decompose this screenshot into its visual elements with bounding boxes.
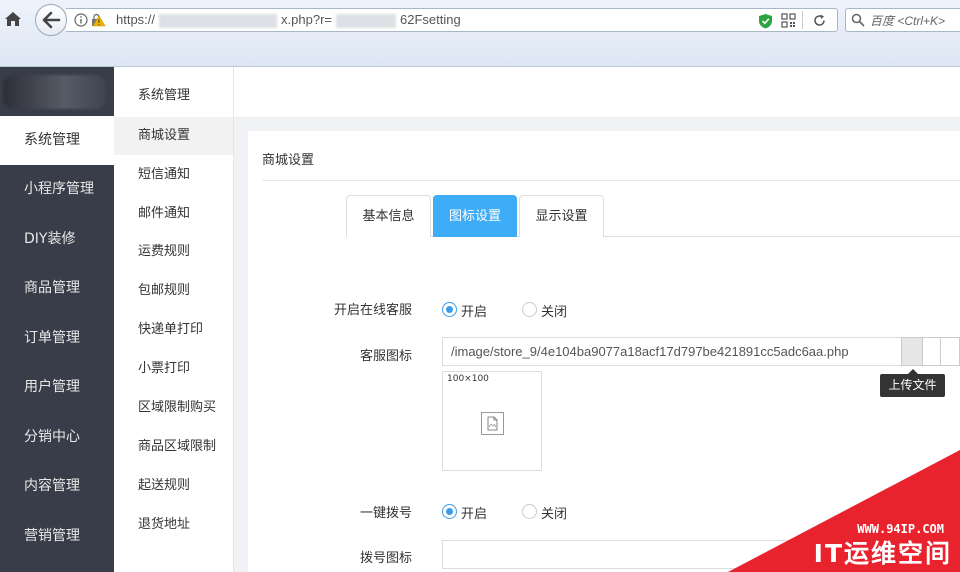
url-prefix: https:// (116, 12, 156, 27)
upload-file-button[interactable] (901, 337, 923, 366)
panel-title: 商城设置 (262, 153, 315, 168)
insecure-lock-icon[interactable] (90, 13, 106, 27)
info-icon[interactable] (74, 13, 88, 27)
dial-on-label[interactable]: 开启 (461, 503, 487, 522)
search-bar[interactable]: 百度 <Ctrl+K> (845, 8, 960, 32)
online-service-on-radio[interactable] (442, 302, 457, 317)
submenu-item-waybill-print[interactable]: 快递单打印 (114, 311, 233, 349)
icon-action-button-2[interactable] (940, 337, 960, 366)
dial-off-label[interactable]: 关闭 (541, 503, 567, 522)
sidebar-item-marketing[interactable]: 营销管理 (0, 512, 114, 561)
back-arrow-icon (42, 11, 61, 29)
submenu-title: 系统管理 (138, 88, 191, 103)
address-bar[interactable]: https:// x.php?r= 62Fsetting (66, 8, 838, 32)
shield-icon[interactable] (758, 13, 773, 29)
dial-icon-label: 拨号图标 (359, 551, 412, 566)
submenu-item-receipt-print[interactable]: 小票打印 (114, 350, 233, 388)
url-text: https:// x.php?r= 62Fsetting (116, 12, 461, 28)
sidebar-item-content[interactable]: 内容管理 (0, 462, 114, 511)
dial-label: 一键拨号 (359, 506, 412, 521)
browser-toolbar: https:// x.php?r= 62Fsetting 百度 <Ctrl+K> (0, 0, 960, 67)
sidebar-item-miniprogram[interactable]: 小程序管理 (0, 165, 114, 214)
tab-basic-info[interactable]: 基本信息 (346, 195, 431, 237)
submenu-item-return-address[interactable]: 退货地址 (114, 506, 233, 544)
icon-action-button[interactable] (922, 337, 941, 366)
sidebar-item-orders[interactable]: 订单管理 (0, 314, 114, 363)
qr-code-icon[interactable] (781, 13, 796, 28)
online-service-off-label[interactable]: 关闭 (541, 301, 567, 320)
sidebar-item-users[interactable]: 用户管理 (0, 363, 114, 412)
watermark: WWW.94IP.COM IT运维空间 (728, 450, 960, 572)
watermark-text: IT运维空间 (813, 539, 952, 568)
main-sidebar: 系统管理 小程序管理 DIY装修 商品管理 订单管理 用户管理 分销中心 内容管… (0, 67, 114, 572)
main-header (234, 67, 960, 118)
tab-display-settings[interactable]: 显示设置 (519, 195, 604, 237)
url-suffix: 62Fsetting (399, 12, 461, 27)
online-service-label: 开启在线客服 (333, 303, 412, 318)
sidebar-item-distribution[interactable]: 分销中心 (0, 413, 114, 462)
sub-menu: 系统管理 商城设置 短信通知 邮件通知 运费规则 包邮规则 快递单打印 小票打印… (114, 67, 234, 572)
tab-icon-settings[interactable]: 图标设置 (433, 195, 517, 237)
submenu-item-mall-settings[interactable]: 商城设置 (114, 117, 233, 155)
submenu-item-region-limit-purchase[interactable]: 区域限制购买 (114, 389, 233, 427)
dial-on-radio[interactable] (442, 504, 457, 519)
back-button[interactable] (35, 4, 67, 36)
submenu-item-email[interactable]: 邮件通知 (114, 195, 233, 233)
sidebar-item-system[interactable]: 系统管理 (0, 116, 114, 165)
submenu-item-free-shipping[interactable]: 包邮规则 (114, 272, 233, 310)
upload-tooltip: 上传文件 (880, 369, 945, 397)
sidebar-item-diy[interactable]: DIY装修 (0, 215, 114, 264)
online-service-on-label[interactable]: 开启 (461, 301, 487, 320)
submenu-item-sms[interactable]: 短信通知 (114, 156, 233, 194)
online-service-off-radio[interactable] (522, 302, 537, 317)
urlbar-divider (802, 11, 803, 29)
service-icon-input[interactable]: /image/store_9/4e104ba9077a18acf17d797be… (442, 337, 902, 366)
submenu-item-shipping-rules[interactable]: 运费规则 (114, 233, 233, 271)
sidebar-item-goods[interactable]: 商品管理 (0, 264, 114, 313)
url-mid: x.php?r= (281, 12, 332, 27)
home-icon[interactable] (2, 8, 24, 30)
service-icon-label: 客服图标 (359, 349, 412, 364)
search-placeholder: 百度 <Ctrl+K> (870, 14, 946, 28)
reload-icon[interactable] (812, 13, 827, 28)
service-icon-preview: 100×100 (442, 371, 542, 471)
search-icon (851, 13, 865, 27)
broken-image-icon (481, 412, 504, 435)
dial-off-radio[interactable] (522, 504, 537, 519)
submenu-item-min-delivery[interactable]: 起送规则 (114, 467, 233, 505)
logo (3, 75, 106, 109)
submenu-item-goods-region-limit[interactable]: 商品区域限制 (114, 428, 233, 466)
panel-divider (262, 180, 960, 181)
thumb-size-label: 100×100 (447, 374, 489, 384)
